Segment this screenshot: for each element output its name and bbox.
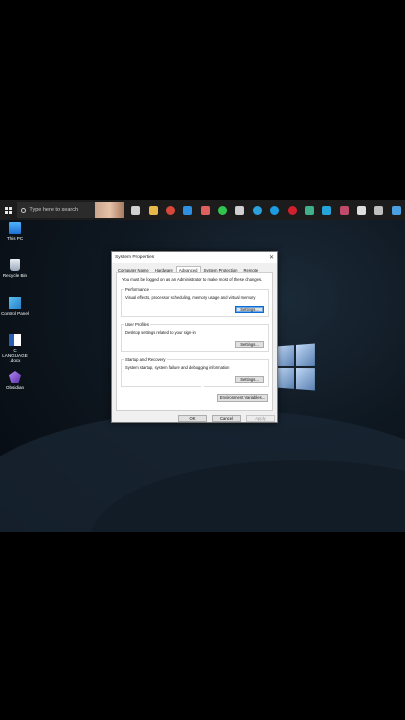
vscode-icon[interactable]	[183, 205, 193, 215]
task-view-icon[interactable]	[131, 205, 141, 215]
app-icon[interactable]	[339, 205, 349, 215]
user-profiles-settings-button[interactable]: Settings...	[235, 341, 264, 348]
desktop-icon-control-panel[interactable]: Control Panel	[0, 297, 30, 316]
desktop-icon-label: Recycle Bin	[2, 273, 28, 278]
search-placeholder: Type here to search	[29, 207, 79, 213]
desktop-icon-label: This PC	[6, 236, 24, 241]
search-icon	[21, 207, 27, 213]
dialog-titlebar[interactable]: System Properties ✕	[112, 252, 277, 263]
control-panel-icon	[9, 297, 21, 309]
performance-settings-button[interactable]: Settings...	[235, 306, 264, 313]
taskbar: Type here to search	[0, 200, 405, 220]
app-icon[interactable]	[235, 205, 245, 215]
desktop: Type here to search This PC Recycle Bin …	[0, 200, 405, 532]
performance-group: Performance Visual effects, processor sc…	[121, 287, 269, 317]
recycle-bin-icon	[10, 259, 20, 271]
taskbar-app-icons	[127, 205, 405, 215]
desktop-icon-label: C LANGUAGE .docx	[2, 348, 28, 363]
start-button[interactable]	[0, 200, 17, 220]
desktop-icon-word-doc[interactable]: C LANGUAGE .docx	[0, 334, 30, 363]
telegram-icon[interactable]	[252, 205, 262, 215]
windows-logo-icon	[277, 343, 315, 391]
user-profiles-title: User Profiles	[124, 322, 150, 327]
startup-recovery-group: Startup and Recovery System startup, sys…	[121, 357, 269, 387]
word-document-icon	[9, 334, 21, 346]
performance-description: Visual effects, processor scheduling, me…	[125, 295, 256, 300]
obsidian-icon	[9, 371, 21, 383]
user-profiles-group: User Profiles Desktop settings related t…	[121, 322, 269, 352]
search-highlight-image[interactable]	[94, 202, 124, 218]
system-properties-dialog: System Properties ✕ Computer Name Hardwa…	[111, 251, 278, 423]
opera-icon[interactable]	[287, 205, 297, 215]
file-explorer-icon[interactable]	[148, 205, 158, 215]
apply-button[interactable]: Apply	[246, 415, 275, 422]
advanced-tab-panel: You must be logged on as an Administrato…	[116, 272, 273, 411]
startup-recovery-settings-button[interactable]: Settings...	[235, 376, 264, 383]
maxthon-icon[interactable]	[322, 205, 332, 215]
app-icon[interactable]	[200, 205, 210, 215]
desktop-icon-obsidian[interactable]: Obsidian	[0, 371, 30, 390]
whatsapp-icon[interactable]	[218, 205, 228, 215]
performance-title: Performance	[124, 287, 150, 292]
computer-icon	[9, 222, 21, 234]
desktop-icon-recycle-bin[interactable]: Recycle Bin	[0, 259, 30, 278]
cancel-button[interactable]: Cancel	[212, 415, 241, 422]
desktop-icon-label: Obsidian	[5, 385, 25, 390]
app-icon[interactable]	[374, 205, 384, 215]
skype-icon[interactable]	[270, 205, 280, 215]
ok-button[interactable]: OK	[178, 415, 207, 422]
admin-notice: You must be logged on as an Administrato…	[122, 277, 263, 282]
desktop-icon-label: Control Panel	[1, 311, 29, 316]
user-profiles-description: Desktop settings related to your sign-in	[125, 330, 196, 335]
close-icon[interactable]: ✕	[269, 255, 274, 261]
app-icon[interactable]	[304, 205, 314, 215]
taskbar-search-box[interactable]: Type here to search	[17, 202, 95, 218]
app-icon[interactable]	[391, 205, 401, 215]
startup-recovery-description: System startup, system failure and debug…	[125, 365, 230, 370]
windows-start-icon	[5, 206, 13, 214]
desktop-icon-this-pc[interactable]: This PC	[0, 222, 30, 241]
chrome-icon[interactable]	[165, 205, 175, 215]
environment-variables-button[interactable]: Environment Variables...	[217, 394, 268, 402]
dialog-title: System Properties	[115, 255, 155, 260]
app-icon[interactable]	[357, 205, 367, 215]
startup-recovery-title: Startup and Recovery	[124, 357, 167, 362]
